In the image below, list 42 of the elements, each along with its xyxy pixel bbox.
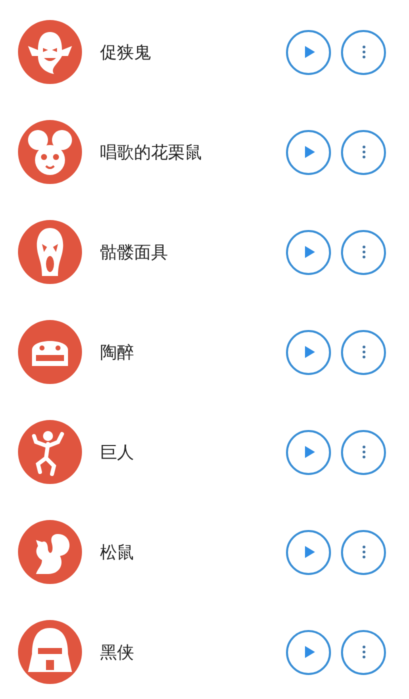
more-button[interactable] (341, 130, 386, 174)
more-icon (362, 545, 366, 559)
robot-face-icon (18, 320, 82, 384)
dancer-icon (18, 420, 82, 484)
sound-name: 骷髅面具 (100, 242, 169, 264)
play-button[interactable] (286, 130, 331, 174)
sound-name: 巨人 (100, 442, 135, 464)
sound-name: 黑侠 (100, 642, 135, 664)
more-button[interactable] (341, 430, 386, 474)
ghost-icon (18, 20, 82, 84)
more-button[interactable] (341, 330, 386, 374)
more-button[interactable] (341, 230, 386, 274)
helmet-icon (18, 620, 82, 684)
more-icon (362, 445, 366, 459)
sound-name: 陶醉 (100, 342, 135, 364)
more-icon (362, 345, 366, 359)
play-button[interactable] (286, 330, 331, 374)
more-button[interactable] (341, 30, 386, 74)
chipmunk-icon (18, 120, 82, 184)
play-icon (304, 445, 316, 459)
play-icon (304, 645, 316, 659)
more-button[interactable] (341, 630, 386, 674)
sound-name: 促狭鬼 (100, 42, 152, 64)
more-icon (362, 145, 366, 159)
sound-name: 松鼠 (100, 542, 135, 564)
play-button[interactable] (286, 530, 331, 574)
play-icon (304, 45, 316, 59)
play-button[interactable] (286, 230, 331, 274)
play-button[interactable] (286, 630, 331, 674)
play-icon (304, 145, 316, 159)
more-icon (362, 645, 366, 659)
sound-name: 唱歌的花栗鼠 (100, 142, 203, 164)
play-icon (304, 245, 316, 259)
more-icon (362, 45, 366, 59)
squirrel-icon (18, 520, 82, 584)
play-icon (304, 345, 316, 359)
more-icon (362, 245, 366, 259)
play-button[interactable] (286, 30, 331, 74)
play-icon (304, 545, 316, 559)
play-button[interactable] (286, 430, 331, 474)
mask-icon (18, 220, 82, 284)
more-button[interactable] (341, 530, 386, 574)
